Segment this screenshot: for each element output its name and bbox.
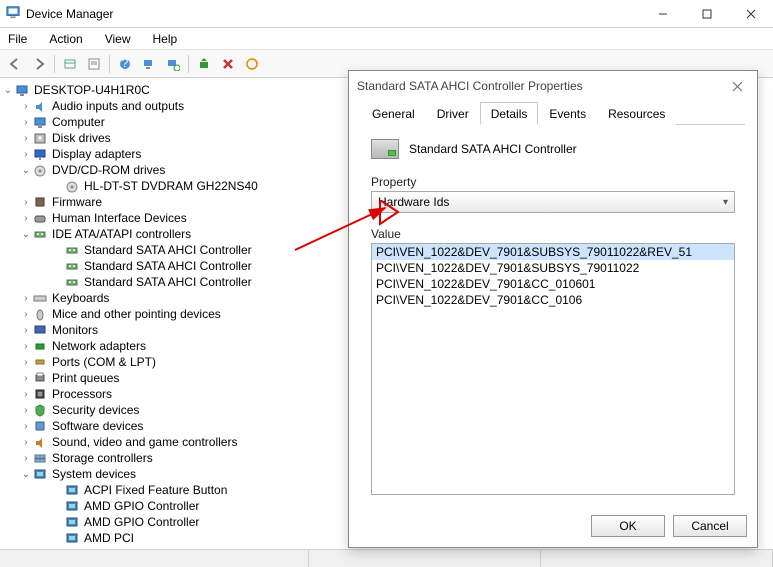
- chevron-down-icon: ▾: [723, 197, 728, 208]
- menu-action[interactable]: Action: [45, 30, 86, 48]
- minimize-button[interactable]: [641, 0, 685, 28]
- value-listbox[interactable]: PCI\VEN_1022&DEV_7901&SUBSYS_79011022&RE…: [371, 243, 735, 495]
- cpu-icon: [32, 386, 48, 402]
- system-icon: [64, 530, 80, 546]
- ide-icon: [64, 274, 80, 290]
- dialog-tabs: GeneralDriverDetailsEventsResources: [361, 101, 745, 125]
- system-icon: [32, 466, 48, 482]
- computer-icon: [14, 82, 30, 98]
- monitor-icon: [32, 322, 48, 338]
- show-hidden-button[interactable]: [59, 53, 81, 75]
- sound-icon: [32, 434, 48, 450]
- menu-view[interactable]: View: [101, 30, 135, 48]
- system-icon: [64, 514, 80, 530]
- computer-icon: [32, 114, 48, 130]
- nav-back-button[interactable]: [4, 53, 26, 75]
- tab-details[interactable]: Details: [480, 102, 539, 125]
- tab-resources[interactable]: Resources: [597, 102, 676, 125]
- port-icon: [32, 354, 48, 370]
- ide-icon: [64, 258, 80, 274]
- sec-icon: [32, 402, 48, 418]
- ok-button[interactable]: OK: [591, 515, 665, 537]
- system-icon: [64, 482, 80, 498]
- net-icon: [32, 338, 48, 354]
- nav-forward-button[interactable]: [28, 53, 50, 75]
- scan-hardware-button[interactable]: [162, 53, 184, 75]
- help-button[interactable]: ?: [114, 53, 136, 75]
- firmware-icon: [32, 194, 48, 210]
- value-item[interactable]: PCI\VEN_1022&DEV_7901&SUBSYS_79011022&RE…: [372, 244, 734, 260]
- statusbar: [0, 549, 773, 567]
- dvd-icon: [64, 178, 80, 194]
- menu-help[interactable]: Help: [149, 30, 182, 48]
- uninstall-button[interactable]: [217, 53, 239, 75]
- tab-driver[interactable]: Driver: [426, 102, 480, 125]
- properties-dialog: Standard SATA AHCI Controller Properties…: [348, 70, 758, 548]
- dialog-title: Standard SATA AHCI Controller Properties: [357, 79, 583, 93]
- storage-icon: [32, 450, 48, 466]
- hid-icon: [32, 210, 48, 226]
- cancel-button[interactable]: Cancel: [673, 515, 747, 537]
- update-driver-button[interactable]: [193, 53, 215, 75]
- titlebar: Device Manager: [0, 0, 773, 28]
- value-item[interactable]: PCI\VEN_1022&DEV_7901&SUBSYS_79011022: [372, 260, 734, 276]
- ide-icon: [32, 226, 48, 242]
- app-icon: [6, 5, 20, 22]
- value-item[interactable]: PCI\VEN_1022&DEV_7901&CC_0106: [372, 292, 734, 308]
- disk-icon: [32, 130, 48, 146]
- property-combobox[interactable]: Hardware Ids ▾: [371, 191, 735, 213]
- keyboard-icon: [32, 290, 48, 306]
- svg-text:?: ?: [122, 57, 129, 70]
- tab-events[interactable]: Events: [538, 102, 597, 125]
- tab-general[interactable]: General: [361, 102, 426, 125]
- dialog-close-button[interactable]: [725, 74, 749, 98]
- maximize-button[interactable]: [685, 0, 729, 28]
- audio-icon: [32, 98, 48, 114]
- display-icon: [32, 146, 48, 162]
- property-value: Hardware Ids: [378, 195, 449, 209]
- value-item[interactable]: PCI\VEN_1022&DEV_7901&CC_010601: [372, 276, 734, 292]
- ide-icon: [64, 242, 80, 258]
- menubar: File Action View Help: [0, 28, 773, 50]
- property-label: Property: [371, 175, 745, 189]
- device-name: Standard SATA AHCI Controller: [409, 142, 577, 156]
- window-title: Device Manager: [26, 7, 113, 21]
- disable-button[interactable]: [241, 53, 263, 75]
- scan-devices-button[interactable]: [138, 53, 160, 75]
- soft-icon: [32, 418, 48, 434]
- dvd-icon: [32, 162, 48, 178]
- properties-button[interactable]: [83, 53, 105, 75]
- value-label: Value: [371, 227, 745, 241]
- device-icon: [371, 139, 399, 159]
- system-icon: [64, 498, 80, 514]
- menu-file[interactable]: File: [4, 30, 31, 48]
- mouse-icon: [32, 306, 48, 322]
- print-icon: [32, 370, 48, 386]
- close-button[interactable]: [729, 0, 773, 28]
